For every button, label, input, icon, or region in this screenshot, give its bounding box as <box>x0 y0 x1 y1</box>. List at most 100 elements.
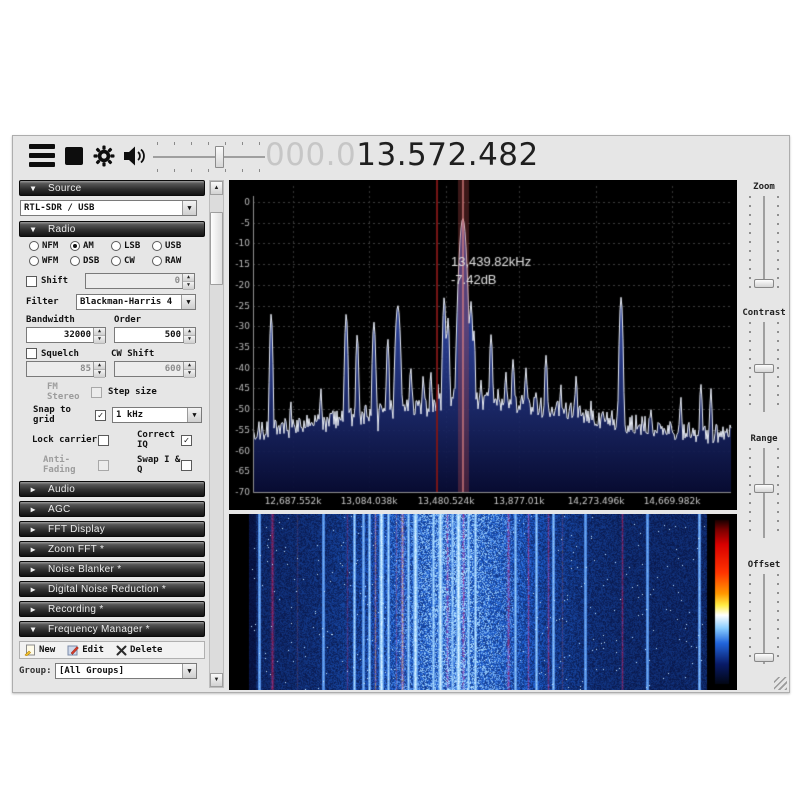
edit-icon <box>67 645 80 656</box>
group-select[interactable]: [All Groups] ▼ <box>55 663 197 679</box>
contrast-slider-thumb[interactable] <box>754 364 774 373</box>
shift-value: 0 <box>174 276 180 286</box>
panel-radio[interactable]: ▼ Radio <box>19 221 205 237</box>
panel-recording-label: Recording * <box>48 603 104 615</box>
speaker-icon[interactable] <box>123 145 149 167</box>
zoom-slider-thumb[interactable] <box>754 279 774 288</box>
offset-slider-thumb[interactable] <box>754 653 774 662</box>
panel-zoom-fft[interactable]: ▶ Zoom FFT * <box>19 541 205 557</box>
group-label: Group: <box>19 666 52 676</box>
squelch-checkbox[interactable] <box>26 348 37 359</box>
correct-iq-label: Correct IQ <box>137 430 175 450</box>
panel-noise-blanker-label: Noise Blanker * <box>48 563 122 575</box>
dropdown-arrow-icon[interactable]: ▼ <box>187 408 201 422</box>
chevron-right-icon: ▶ <box>30 524 36 534</box>
lock-carrier-label: Lock carrier <box>32 435 98 445</box>
new-button[interactable]: New <box>24 644 55 656</box>
scrollbar-thumb[interactable] <box>210 212 223 285</box>
bandwidth-value: 32000 <box>63 330 91 340</box>
spinner-arrows-icon[interactable]: ▲ ▼ <box>183 328 195 344</box>
slider-track <box>763 448 765 538</box>
contrast-slider[interactable]: Contrast <box>742 308 786 412</box>
display-controls: Zoom Contrast Range Offset <box>739 180 789 690</box>
menu-icon[interactable] <box>29 144 55 167</box>
delete-button-label: Delete <box>129 645 163 655</box>
radio-mode-usb[interactable] <box>152 241 162 251</box>
slider-ticks <box>777 196 779 288</box>
chevron-right-icon: ▶ <box>30 504 36 514</box>
delete-icon <box>116 645 127 655</box>
volume-thumb[interactable] <box>215 146 224 168</box>
stop-button[interactable] <box>65 147 83 165</box>
radio-mode-wfm[interactable] <box>29 256 39 266</box>
spinner-arrows-icon: ▲ ▼ <box>182 274 194 290</box>
radio-mode-cw[interactable] <box>111 256 121 266</box>
radio-mode-nfm[interactable] <box>29 241 39 251</box>
panel-frequency-manager[interactable]: ▼ Frequency Manager * <box>19 621 205 637</box>
swap-iq-checkbox[interactable] <box>181 459 192 471</box>
dropdown-arrow-icon[interactable]: ▼ <box>182 201 196 215</box>
waterfall-display[interactable] <box>229 514 737 690</box>
panel-fft-display[interactable]: ▶ FFT Display <box>19 521 205 537</box>
delete-button[interactable]: Delete <box>116 645 163 656</box>
shift-checkbox[interactable] <box>26 275 37 287</box>
source-device-value: RTL-SDR / USB <box>24 203 95 213</box>
new-button-label: New <box>39 645 56 655</box>
step-size-label: Step size <box>108 387 157 397</box>
spinner-arrows-icon[interactable]: ▲ ▼ <box>93 328 105 344</box>
panel-audio[interactable]: ▶ Audio <box>19 481 205 497</box>
step-size-select[interactable]: 1 kHz ▼ <box>112 407 202 423</box>
slider-ticks <box>749 196 751 288</box>
filter-select[interactable]: Blackman-Harris 4 ▼ <box>76 294 196 310</box>
radio-mode-lsb-label: LSB <box>124 241 141 251</box>
spectrum-display[interactable] <box>229 180 737 510</box>
chevron-down-icon: ▼ <box>30 224 36 234</box>
chevron-right-icon: ▶ <box>30 604 36 614</box>
snap-to-grid-checkbox[interactable]: ✓ <box>95 409 106 421</box>
anti-fading-checkbox <box>98 459 109 471</box>
range-slider[interactable]: Range <box>744 434 784 538</box>
slider-track <box>763 574 765 664</box>
sidebar-scrollbar[interactable]: ▲ ▼ <box>209 180 224 688</box>
radio-mode-cw-label: CW <box>124 256 135 266</box>
correct-iq-checkbox[interactable]: ✓ <box>181 434 192 446</box>
order-spinner[interactable]: 500 ▲ ▼ <box>114 327 196 344</box>
cw-shift-value: 600 <box>164 364 181 374</box>
radio-mode-am[interactable] <box>70 241 80 251</box>
range-slider-label: Range <box>750 434 778 444</box>
slider-ticks <box>749 322 751 412</box>
scroll-up-icon[interactable]: ▲ <box>210 181 223 195</box>
radio-mode-raw[interactable] <box>152 256 162 266</box>
frequency-value: 13.572.482 <box>356 137 539 173</box>
chevron-right-icon: ▶ <box>30 564 36 574</box>
order-value: 500 <box>164 330 181 340</box>
panel-dnr-label: Digital Noise Reduction * <box>48 583 167 595</box>
panel-source[interactable]: ▼ Source <box>19 180 205 196</box>
lock-carrier-checkbox[interactable] <box>98 434 109 446</box>
bandwidth-spinner[interactable]: 32000 ▲ ▼ <box>26 327 106 344</box>
dropdown-arrow-icon[interactable]: ▼ <box>182 664 196 678</box>
panel-audio-label: Audio <box>48 483 76 495</box>
spinner-arrows-icon: ▲ ▼ <box>183 362 195 378</box>
radio-mode-lsb[interactable] <box>111 241 121 251</box>
panel-digital-noise-reduction[interactable]: ▶ Digital Noise Reduction * <box>19 581 205 597</box>
panel-zoom-fft-label: Zoom FFT * <box>48 543 105 555</box>
panel-noise-blanker[interactable]: ▶ Noise Blanker * <box>19 561 205 577</box>
frequency-manager-toolbar: New Edit Delete <box>19 641 205 659</box>
panel-agc[interactable]: ▶ AGC <box>19 501 205 517</box>
edit-button[interactable]: Edit <box>67 644 104 656</box>
volume-slider[interactable] <box>153 142 265 172</box>
settings-gear-icon[interactable] <box>93 145 115 167</box>
zoom-slider[interactable]: Zoom <box>744 182 784 288</box>
radio-mode-dsb[interactable] <box>70 256 80 266</box>
frequency-display[interactable]: 000.013.572.482 <box>265 137 539 173</box>
window-resize-grip[interactable] <box>774 677 787 690</box>
range-slider-thumb[interactable] <box>754 484 774 493</box>
shift-label: Shift <box>41 276 69 286</box>
source-device-select[interactable]: RTL-SDR / USB ▼ <box>20 200 197 216</box>
scroll-down-icon[interactable]: ▼ <box>210 673 223 687</box>
panel-recording[interactable]: ▶ Recording * <box>19 601 205 617</box>
dropdown-arrow-icon[interactable]: ▼ <box>181 295 195 309</box>
offset-slider[interactable]: Offset <box>744 560 784 664</box>
frequency-leading-zeros: 000.0 <box>265 137 357 173</box>
